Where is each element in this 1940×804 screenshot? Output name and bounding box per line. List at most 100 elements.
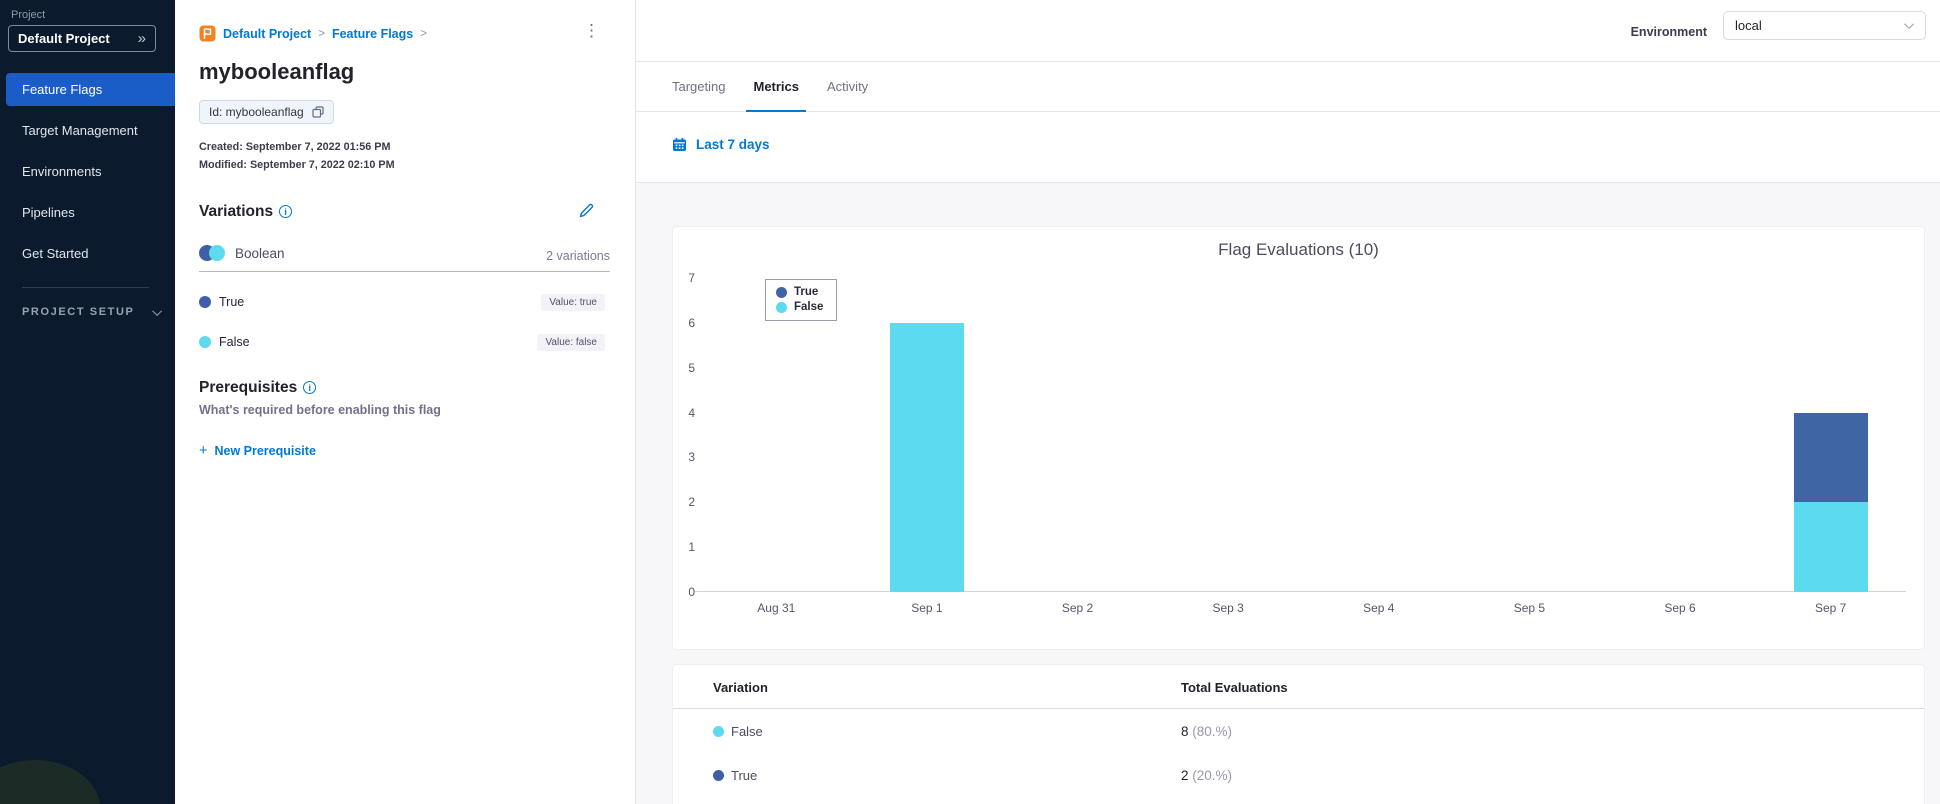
chevron-down-icon bbox=[151, 305, 162, 316]
sidebar-item-feature-flags[interactable]: Feature Flags bbox=[6, 73, 175, 106]
table-row-false: False 8 (80.%) bbox=[673, 709, 1924, 753]
new-prerequisite-button[interactable]: + New Prerequisite bbox=[199, 443, 316, 459]
chart-title: Flag Evaluations (10) bbox=[1218, 240, 1379, 259]
flag-id-text: Id: mybooleanflag bbox=[209, 105, 304, 119]
y-tick-label: 0 bbox=[688, 585, 695, 599]
bar-segment-true-sep-7 bbox=[1793, 412, 1868, 503]
y-tick-label: 4 bbox=[688, 405, 695, 420]
boolean-type-icon bbox=[199, 245, 225, 261]
kebab-menu-icon: ⋮ bbox=[583, 21, 600, 40]
y-tick-label: 7 bbox=[688, 271, 695, 285]
pencil-icon bbox=[579, 203, 594, 218]
total-evaluations-value: 8 (80.%) bbox=[1181, 724, 1232, 739]
variation-color-dot bbox=[199, 296, 211, 308]
tab-list: Targeting Metrics Activity bbox=[672, 62, 868, 112]
tab-metrics[interactable]: Metrics bbox=[746, 62, 806, 112]
variations-divider bbox=[199, 271, 610, 272]
tab-targeting[interactable]: Targeting bbox=[672, 62, 725, 112]
column-header-total-evaluations: Total Evaluations bbox=[1181, 680, 1288, 695]
y-tick-label: 1 bbox=[688, 540, 695, 555]
evaluation-percent: (20.%) bbox=[1188, 768, 1233, 783]
project-selector-value: Default Project bbox=[18, 31, 110, 46]
sidebar-item-environments[interactable]: Environments bbox=[0, 155, 175, 188]
edit-variations-button[interactable] bbox=[576, 200, 597, 224]
flag-title: mybooleanflag bbox=[199, 59, 355, 84]
x-axis-label: Sep 2 bbox=[1061, 601, 1094, 615]
project-selector[interactable]: Default Project » bbox=[8, 25, 156, 52]
bar-segment-false-sep-1 bbox=[889, 322, 964, 592]
y-tick-label: 5 bbox=[688, 360, 695, 375]
breadcrumb-separator-icon: > bbox=[318, 27, 325, 40]
new-prerequisite-label: New Prerequisite bbox=[214, 444, 316, 458]
app-root: Project Default Project » Feature Flags T… bbox=[0, 0, 1940, 804]
sidebar-nav: Feature Flags Target Management Environmen… bbox=[0, 73, 175, 278]
y-tick-label: 2 bbox=[688, 495, 695, 510]
info-icon: i bbox=[279, 205, 293, 218]
y-tick-label: 3 bbox=[688, 450, 695, 465]
evaluations-table-card: Variation Total Evaluations False 8 (80.%… bbox=[672, 664, 1925, 804]
copy-icon bbox=[312, 106, 324, 118]
double-chevron-icon: » bbox=[137, 30, 146, 47]
breadcrumb-separator-icon: > bbox=[420, 27, 427, 40]
evaluation-percent: (80.%) bbox=[1188, 724, 1233, 739]
sidebar: Project Default Project » Feature Flags T… bbox=[0, 0, 175, 804]
sidebar-item-get-started[interactable]: Get Started bbox=[0, 237, 175, 270]
x-axis-line bbox=[695, 591, 1906, 592]
x-axis-label: Sep 5 bbox=[1513, 601, 1546, 615]
variation-type-label: Boolean bbox=[235, 245, 285, 261]
flag-detail-panel: Default Project > Feature Flags > ⋮ mybo… bbox=[175, 0, 636, 804]
sidebar-item-pipelines[interactable]: Pipelines bbox=[0, 196, 175, 229]
variation-type-row: Boolean bbox=[199, 245, 285, 261]
table-row-true: True 2 (20.%) bbox=[673, 753, 1924, 797]
metrics-content: Flag Evaluations (10) True False 0 1 2 3 4 5 6 7… bbox=[636, 183, 1940, 804]
variations-heading-text: Variations bbox=[199, 203, 274, 220]
flag-created-date: Created: September 7, 2022 01:56 PM bbox=[199, 141, 391, 153]
environment-label: Environment bbox=[1630, 25, 1707, 39]
project-setup-label: PROJECT SETUP bbox=[22, 306, 135, 318]
x-axis-label: Aug 31 bbox=[757, 601, 796, 615]
breadcrumb-link-feature-flags[interactable]: Feature Flags bbox=[332, 27, 413, 41]
variation-color-dot bbox=[713, 770, 724, 781]
variation-row-true: True Value: true bbox=[199, 293, 605, 311]
breadcrumb: Default Project > Feature Flags > bbox=[199, 25, 427, 42]
date-range-button[interactable]: Last 7 days bbox=[672, 137, 770, 152]
x-axis-label: Sep 4 bbox=[1363, 601, 1395, 615]
flag-modified-date: Modified: September 7, 2022 02:10 PM bbox=[199, 159, 395, 171]
sidebar-item-target-management[interactable]: Target Management bbox=[0, 114, 175, 147]
variation-name: False bbox=[219, 335, 250, 349]
variation-value-chip: Value: true bbox=[541, 293, 605, 311]
help-widget-blob[interactable] bbox=[0, 760, 100, 804]
variation-name: True bbox=[731, 768, 758, 783]
y-tick-label: 6 bbox=[688, 315, 695, 330]
tabs-bar: Targeting Metrics Activity bbox=[636, 62, 1940, 112]
variation-color-dot bbox=[199, 336, 211, 348]
x-axis-label: Sep 1 bbox=[911, 601, 943, 615]
flag-options-menu-button[interactable]: ⋮ bbox=[577, 18, 606, 43]
chevron-down-icon bbox=[1904, 19, 1915, 30]
breadcrumb-link-project[interactable]: Default Project bbox=[223, 27, 311, 41]
sidebar-section-project-setup[interactable]: PROJECT SETUP bbox=[22, 305, 162, 318]
calendar-icon bbox=[673, 137, 686, 151]
evaluations-chart-card: Flag Evaluations (10) True False 01234567… bbox=[672, 226, 1925, 650]
prerequisites-heading-text: Prerequisites bbox=[199, 379, 298, 396]
variations-heading: Variations i bbox=[199, 203, 293, 221]
variation-count: 2 variations bbox=[546, 249, 610, 263]
evaluation-count: 8 bbox=[1181, 724, 1189, 739]
copy-id-button[interactable] bbox=[312, 106, 324, 118]
environment-header: Environment local bbox=[636, 0, 1940, 62]
table-header-row: Variation Total Evaluations bbox=[673, 665, 1924, 709]
total-evaluations-value: 2 (20.%) bbox=[1181, 768, 1232, 783]
prerequisites-description: What's required before enabling this fla… bbox=[199, 403, 441, 417]
date-filter-bar: Last 7 days bbox=[636, 112, 1940, 183]
tab-activity[interactable]: Activity bbox=[827, 62, 868, 112]
flag-id-chip: Id: mybooleanflag bbox=[199, 100, 334, 124]
feature-flags-module-icon bbox=[199, 25, 216, 42]
environment-select[interactable]: local bbox=[1723, 11, 1926, 40]
variation-row-false: False Value: false bbox=[199, 333, 605, 351]
x-axis-label: Sep 7 bbox=[1815, 601, 1847, 615]
main-content: Environment local Targeting Metrics Activi… bbox=[636, 0, 1940, 804]
prerequisites-heading: Prerequisites i bbox=[199, 379, 317, 397]
variation-color-dot bbox=[713, 726, 724, 737]
project-label: Project bbox=[11, 9, 46, 21]
environment-select-value: local bbox=[1735, 18, 1762, 33]
